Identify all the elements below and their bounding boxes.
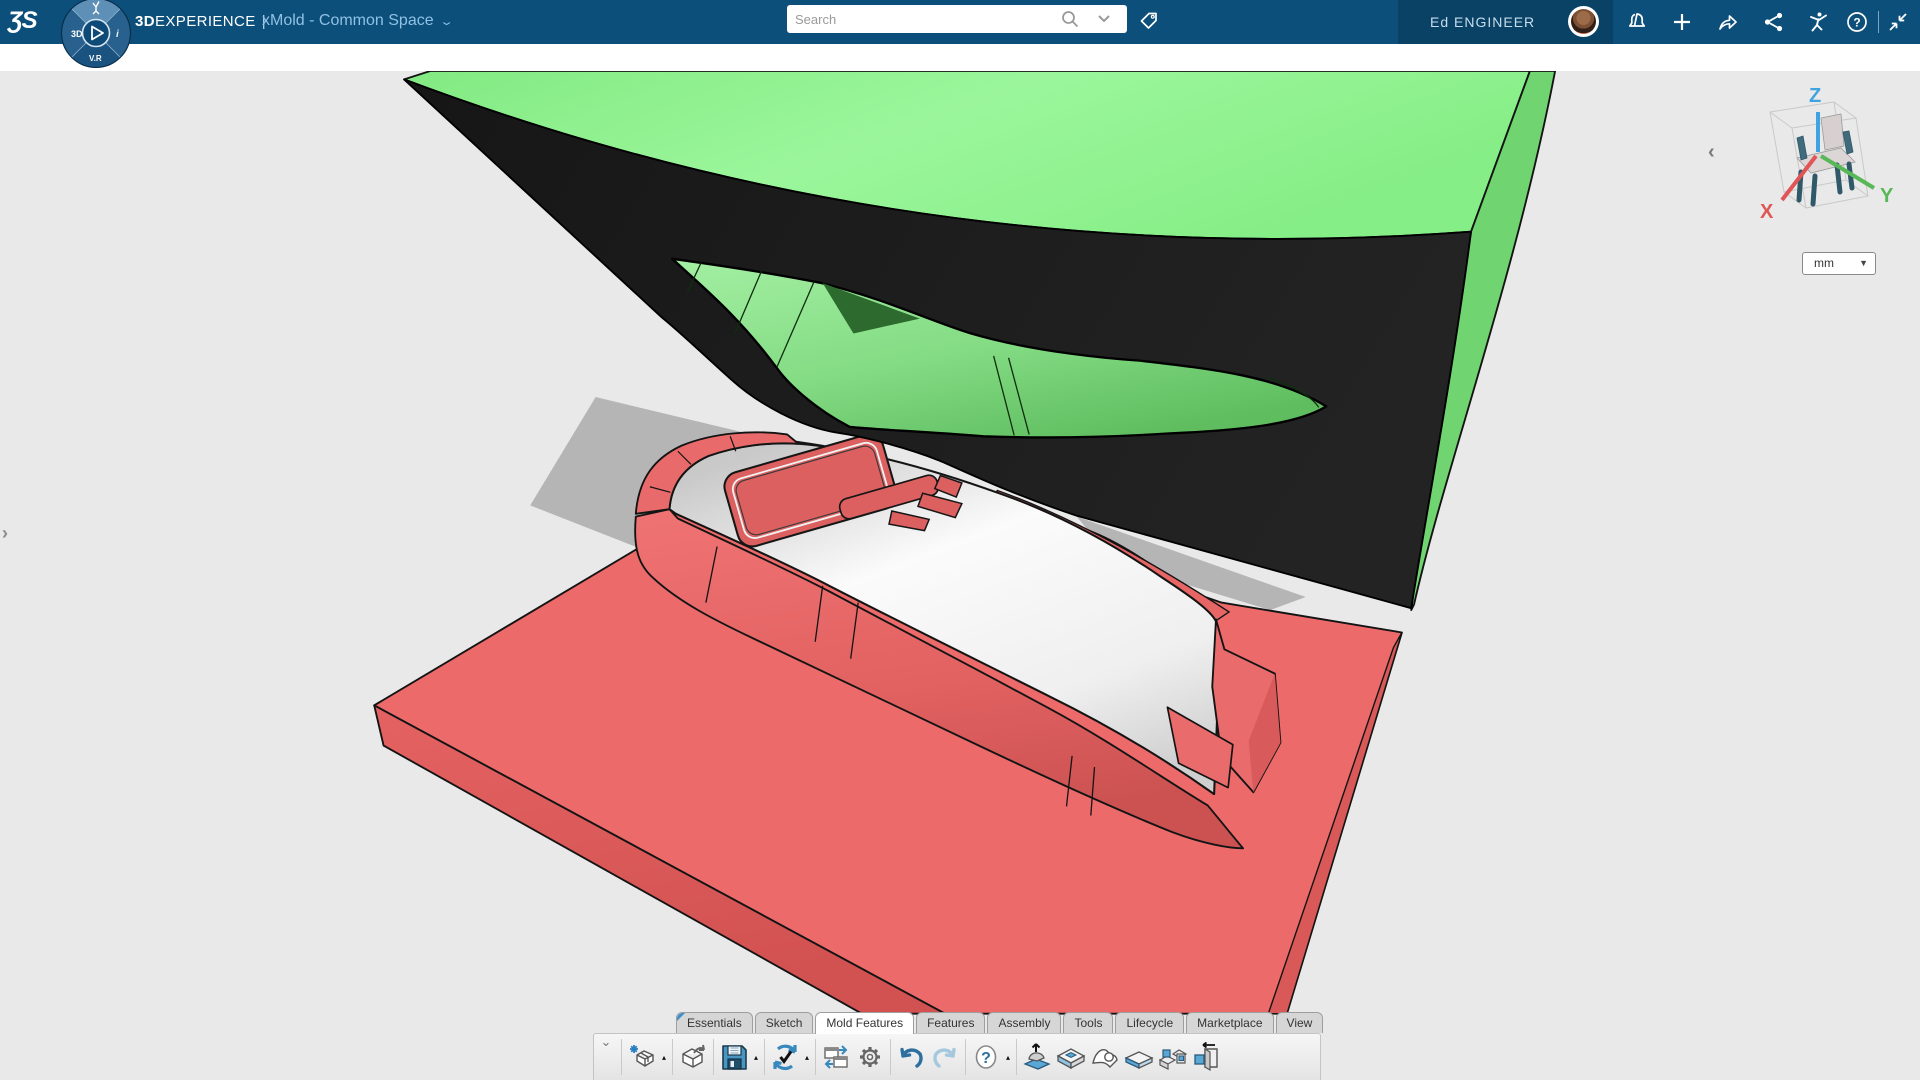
mold-base-icon[interactable] — [1157, 1041, 1189, 1073]
units-dropdown[interactable]: mm ▼ — [1802, 252, 1876, 275]
extract-core-cavity-icon[interactable] — [1021, 1041, 1053, 1073]
collapse-window-icon[interactable] — [1886, 10, 1910, 34]
save-dropdown-icon[interactable]: ▴ — [751, 1053, 761, 1062]
right-panel-expander-chevron-icon[interactable]: ‹ — [1708, 141, 1715, 164]
action-bar-strip — [0, 44, 1920, 71]
tab-essentials[interactable]: Essentials — [676, 1012, 753, 1033]
tab-label: Lifecycle — [1126, 1016, 1174, 1030]
search-scope-chevron-icon[interactable] — [1097, 14, 1111, 24]
compass-play-button[interactable] — [81, 18, 111, 48]
share-arrow-icon[interactable] — [1716, 10, 1740, 34]
y-axis-label: Y — [1880, 185, 1894, 207]
redo-icon[interactable] — [929, 1041, 961, 1073]
svg-text:?: ? — [1853, 16, 1860, 30]
settings-gear-icon[interactable] — [854, 1041, 886, 1073]
paste-special-icon[interactable] — [820, 1041, 852, 1073]
toolbar-divider — [965, 1039, 966, 1075]
tab-label: Assembly — [998, 1016, 1051, 1030]
compass-south-label[interactable]: V.R — [89, 54, 102, 63]
tab-label: Features — [927, 1016, 975, 1030]
avatar-photo — [1571, 9, 1596, 34]
new-content-dropdown-icon[interactable]: ▴ — [659, 1053, 669, 1062]
mold-assembly-scene[interactable] — [0, 71, 1920, 1080]
tab-view[interactable]: View — [1275, 1012, 1324, 1033]
toolbar-group-divider — [1016, 1039, 1017, 1075]
toolbar-divider — [890, 1039, 891, 1075]
3dexperience-compass[interactable]: 3D i V.R — [60, 0, 132, 69]
parting-surface-icon[interactable] — [1089, 1041, 1121, 1073]
tab-lifecycle[interactable]: Lifecycle — [1115, 1012, 1185, 1033]
tab-sketch[interactable]: Sketch — [754, 1012, 814, 1033]
tab-assembly[interactable]: Assembly — [987, 1012, 1062, 1033]
share-network-icon[interactable] — [1762, 10, 1786, 34]
tab-label: Tools — [1074, 1016, 1103, 1030]
tab-marketplace[interactable]: Marketplace — [1186, 1012, 1274, 1033]
appbar-separator — [1878, 11, 1879, 33]
workspace-chevron-down-icon[interactable]: ⌄ — [439, 15, 454, 28]
user-avatar[interactable] — [1568, 6, 1599, 37]
brand-3d: 3D — [135, 13, 155, 30]
update-sync-icon[interactable] — [769, 1041, 801, 1073]
left-panel-expander-chevron-icon[interactable]: › — [2, 523, 8, 544]
help-dropdown-icon[interactable]: ▴ — [1003, 1053, 1013, 1062]
help-icon[interactable]: ? — [1845, 10, 1869, 34]
toolbar-collapse-handle[interactable]: ⌄ — [594, 1034, 618, 1080]
svg-text:?: ? — [981, 1050, 991, 1067]
save-icon[interactable] — [718, 1041, 750, 1073]
tab-tools[interactable]: Tools — [1063, 1012, 1114, 1033]
toolbar-divider — [713, 1039, 714, 1075]
dassault-3ds-logo: ƷS — [8, 7, 38, 34]
compass-east-label[interactable]: i — [116, 29, 119, 40]
tab-mold-features[interactable]: Mold Features — [815, 1012, 915, 1034]
toolbar-divider — [672, 1039, 673, 1075]
brand-experience: EXPERIENCE — [154, 13, 256, 30]
3d-viewport[interactable]: › ‹ Z X Y mm ▼ Essentials Sketch Mold Fe… — [0, 71, 1920, 1080]
tab-label: Sketch — [765, 1016, 803, 1030]
toolbar-divider — [764, 1039, 765, 1075]
undo-icon[interactable] — [895, 1041, 927, 1073]
compass-west-label[interactable]: 3D — [71, 29, 83, 39]
toolbar-divider — [621, 1039, 622, 1075]
notifications-bell-icon[interactable] — [1625, 10, 1649, 34]
search-box[interactable] — [787, 5, 1127, 33]
units-value: mm — [1814, 256, 1834, 270]
core-plate-icon[interactable] — [1123, 1041, 1155, 1073]
toolbar-divider — [815, 1039, 816, 1075]
tab-label: Essentials — [687, 1016, 742, 1030]
swym-community-icon[interactable] — [1806, 10, 1830, 34]
action-toolbar: ⌄ ▴ ▴ ▴ ? ▴ — [593, 1033, 1321, 1080]
add-plus-icon[interactable] — [1670, 10, 1694, 34]
new-content-icon[interactable] — [626, 1041, 658, 1073]
user-name[interactable]: Ed ENGINEER — [1430, 14, 1535, 30]
tab-features[interactable]: Features — [916, 1012, 986, 1033]
tab-label: View — [1286, 1016, 1313, 1030]
units-caret-icon[interactable]: ▼ — [1859, 253, 1868, 274]
mold-insert-icon[interactable] — [1191, 1041, 1223, 1073]
workspace-title[interactable]: xMold - Common Space ⌄ — [262, 12, 454, 30]
update-dropdown-icon[interactable]: ▴ — [802, 1053, 812, 1062]
tab-label: Marketplace — [1197, 1016, 1263, 1030]
app-bar: ƷS 3DEXPERIENCE| xMold - Common Space ⌄ E… — [0, 0, 1920, 44]
help-toolbar-icon[interactable]: ? — [970, 1041, 1002, 1073]
search-icon[interactable] — [1061, 10, 1079, 28]
ribbon-tab-bar: Essentials Sketch Mold Features Features… — [676, 1012, 1324, 1034]
z-axis-label: Z — [1809, 85, 1821, 107]
tab-label: Mold Features — [826, 1016, 904, 1030]
import-icon[interactable] — [677, 1041, 709, 1073]
tag-icon[interactable] — [1138, 10, 1162, 34]
cavity-plate-icon[interactable] — [1055, 1041, 1087, 1073]
x-axis-label: X — [1760, 201, 1774, 223]
search-input[interactable] — [795, 5, 1050, 33]
workspace-title-label: xMold - Common Space — [262, 12, 434, 29]
robot-axis-triad[interactable]: Z X Y — [1735, 80, 1920, 240]
tab-corner-indicator — [677, 1013, 685, 1021]
brand-title: 3DEXPERIENCE | — [135, 13, 266, 30]
